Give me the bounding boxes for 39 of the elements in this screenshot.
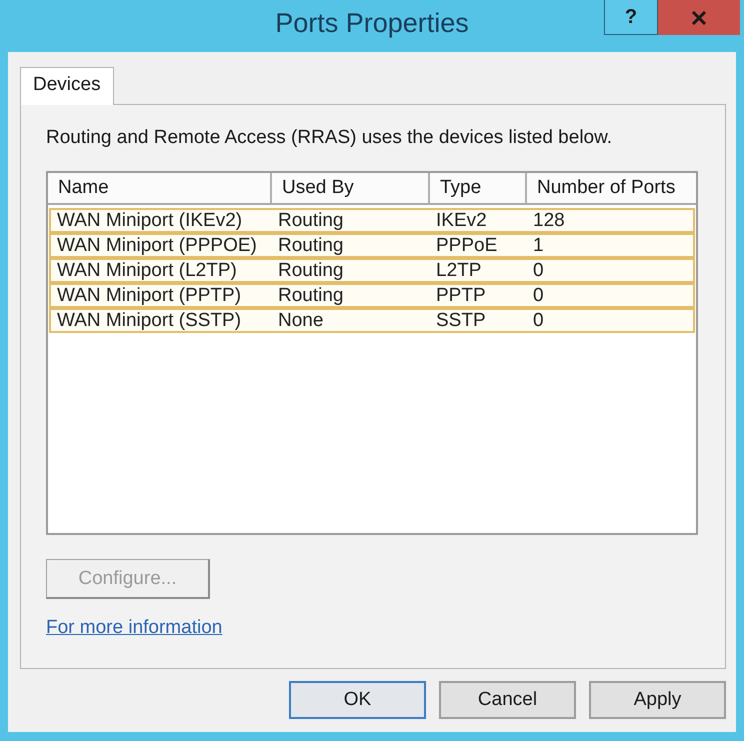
table-cell-text: WAN Miniport (SSTP) [56,310,242,331]
close-button[interactable] [658,0,740,35]
dialog-button[interactable]: Cancel [439,681,576,719]
table-cell-text: 128 [532,210,566,231]
description-text: Routing and Remote Access (RRAS) uses the devices listed below. [46,127,612,149]
column-header[interactable]: Name [48,173,272,203]
close-icon [691,10,707,24]
table-row[interactable]: WAN Miniport (PPTP) Routing PPTP 0 [49,283,695,308]
table-cell-text: WAN Miniport (IKEv2) [56,210,244,231]
table-cell-text: WAN Miniport (L2TP) [56,260,238,281]
table-cell-text: 0 [532,260,545,281]
window-title: Ports Properties [275,8,469,39]
table-cell-text: Routing [277,210,344,231]
table-cell-text: 0 [532,285,545,306]
table-cell-text: SSTP [435,310,487,331]
table-cell-text: PPPoE [435,235,498,256]
table-cell-text: IKEv2 [435,210,488,231]
help-button[interactable]: ? [604,0,658,35]
dialog-button[interactable]: OK [289,681,426,719]
table-cell-text: PPTP [435,285,487,306]
table-cell-text: Routing [277,235,344,256]
table-cell-text: L2TP [435,260,482,281]
tab[interactable]: Devices [20,67,114,105]
table-cell-text: WAN Miniport (PPPOE) [56,235,258,256]
column-header[interactable]: Number of Ports [527,173,696,203]
column-header[interactable]: Used By [272,173,430,203]
dialog-button[interactable]: Apply [589,681,726,719]
table-cell-text: Routing [277,260,344,281]
table-cell-text: WAN Miniport (PPTP) [56,285,242,306]
table-row[interactable]: WAN Miniport (L2TP) Routing L2TP 0 [49,258,695,283]
table-cell-text: Routing [277,285,344,306]
table-row[interactable]: WAN Miniport (SSTP) None SSTP 0 [49,308,695,333]
table-row[interactable]: WAN Miniport (PPPOE) Routing PPPoE 1 [49,233,695,258]
table-row[interactable]: WAN Miniport (IKEv2) Routing IKEv2 128 [49,208,695,233]
more-info-link[interactable]: For more information [46,617,222,639]
table-cell-text: 0 [532,310,545,331]
table-cell-text: 1 [532,235,545,256]
table-cell-text: None [277,310,324,331]
column-header[interactable]: Type [430,173,527,203]
